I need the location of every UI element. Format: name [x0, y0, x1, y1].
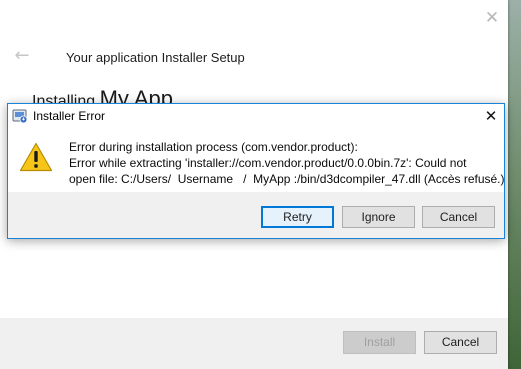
warning-icon: [19, 142, 53, 172]
close-icon[interactable]: ✕: [482, 8, 502, 28]
error-dialog-title: Installer Error: [33, 109, 106, 123]
cancel-button[interactable]: Cancel: [424, 331, 497, 354]
error-message: Error during installation process (com.v…: [69, 139, 505, 187]
error-cancel-button[interactable]: Cancel: [422, 206, 495, 228]
close-icon[interactable]: ✕: [480, 105, 502, 127]
installer-title: Your application Installer Setup: [66, 50, 245, 65]
error-dialog-body: Error during installation process (com.v…: [8, 128, 505, 192]
error-message-line: Error during installation process (com.v…: [69, 140, 358, 154]
retry-button[interactable]: Retry: [261, 206, 334, 228]
error-message-line: Error while extracting 'installer://com.…: [69, 156, 467, 170]
error-dialog-titlebar: Installer Error ✕: [8, 104, 504, 128]
install-button[interactable]: Install: [343, 331, 416, 354]
error-dialog: Installer Error ✕ Error during installat…: [7, 103, 505, 239]
installer-app-icon: [12, 109, 28, 124]
ignore-button[interactable]: Ignore: [342, 206, 415, 228]
desktop-background-edge: [508, 0, 521, 369]
back-arrow-icon[interactable]: ←: [12, 46, 32, 66]
error-message-line: open file: C:/Users/ Username / MyApp :/…: [69, 172, 505, 186]
